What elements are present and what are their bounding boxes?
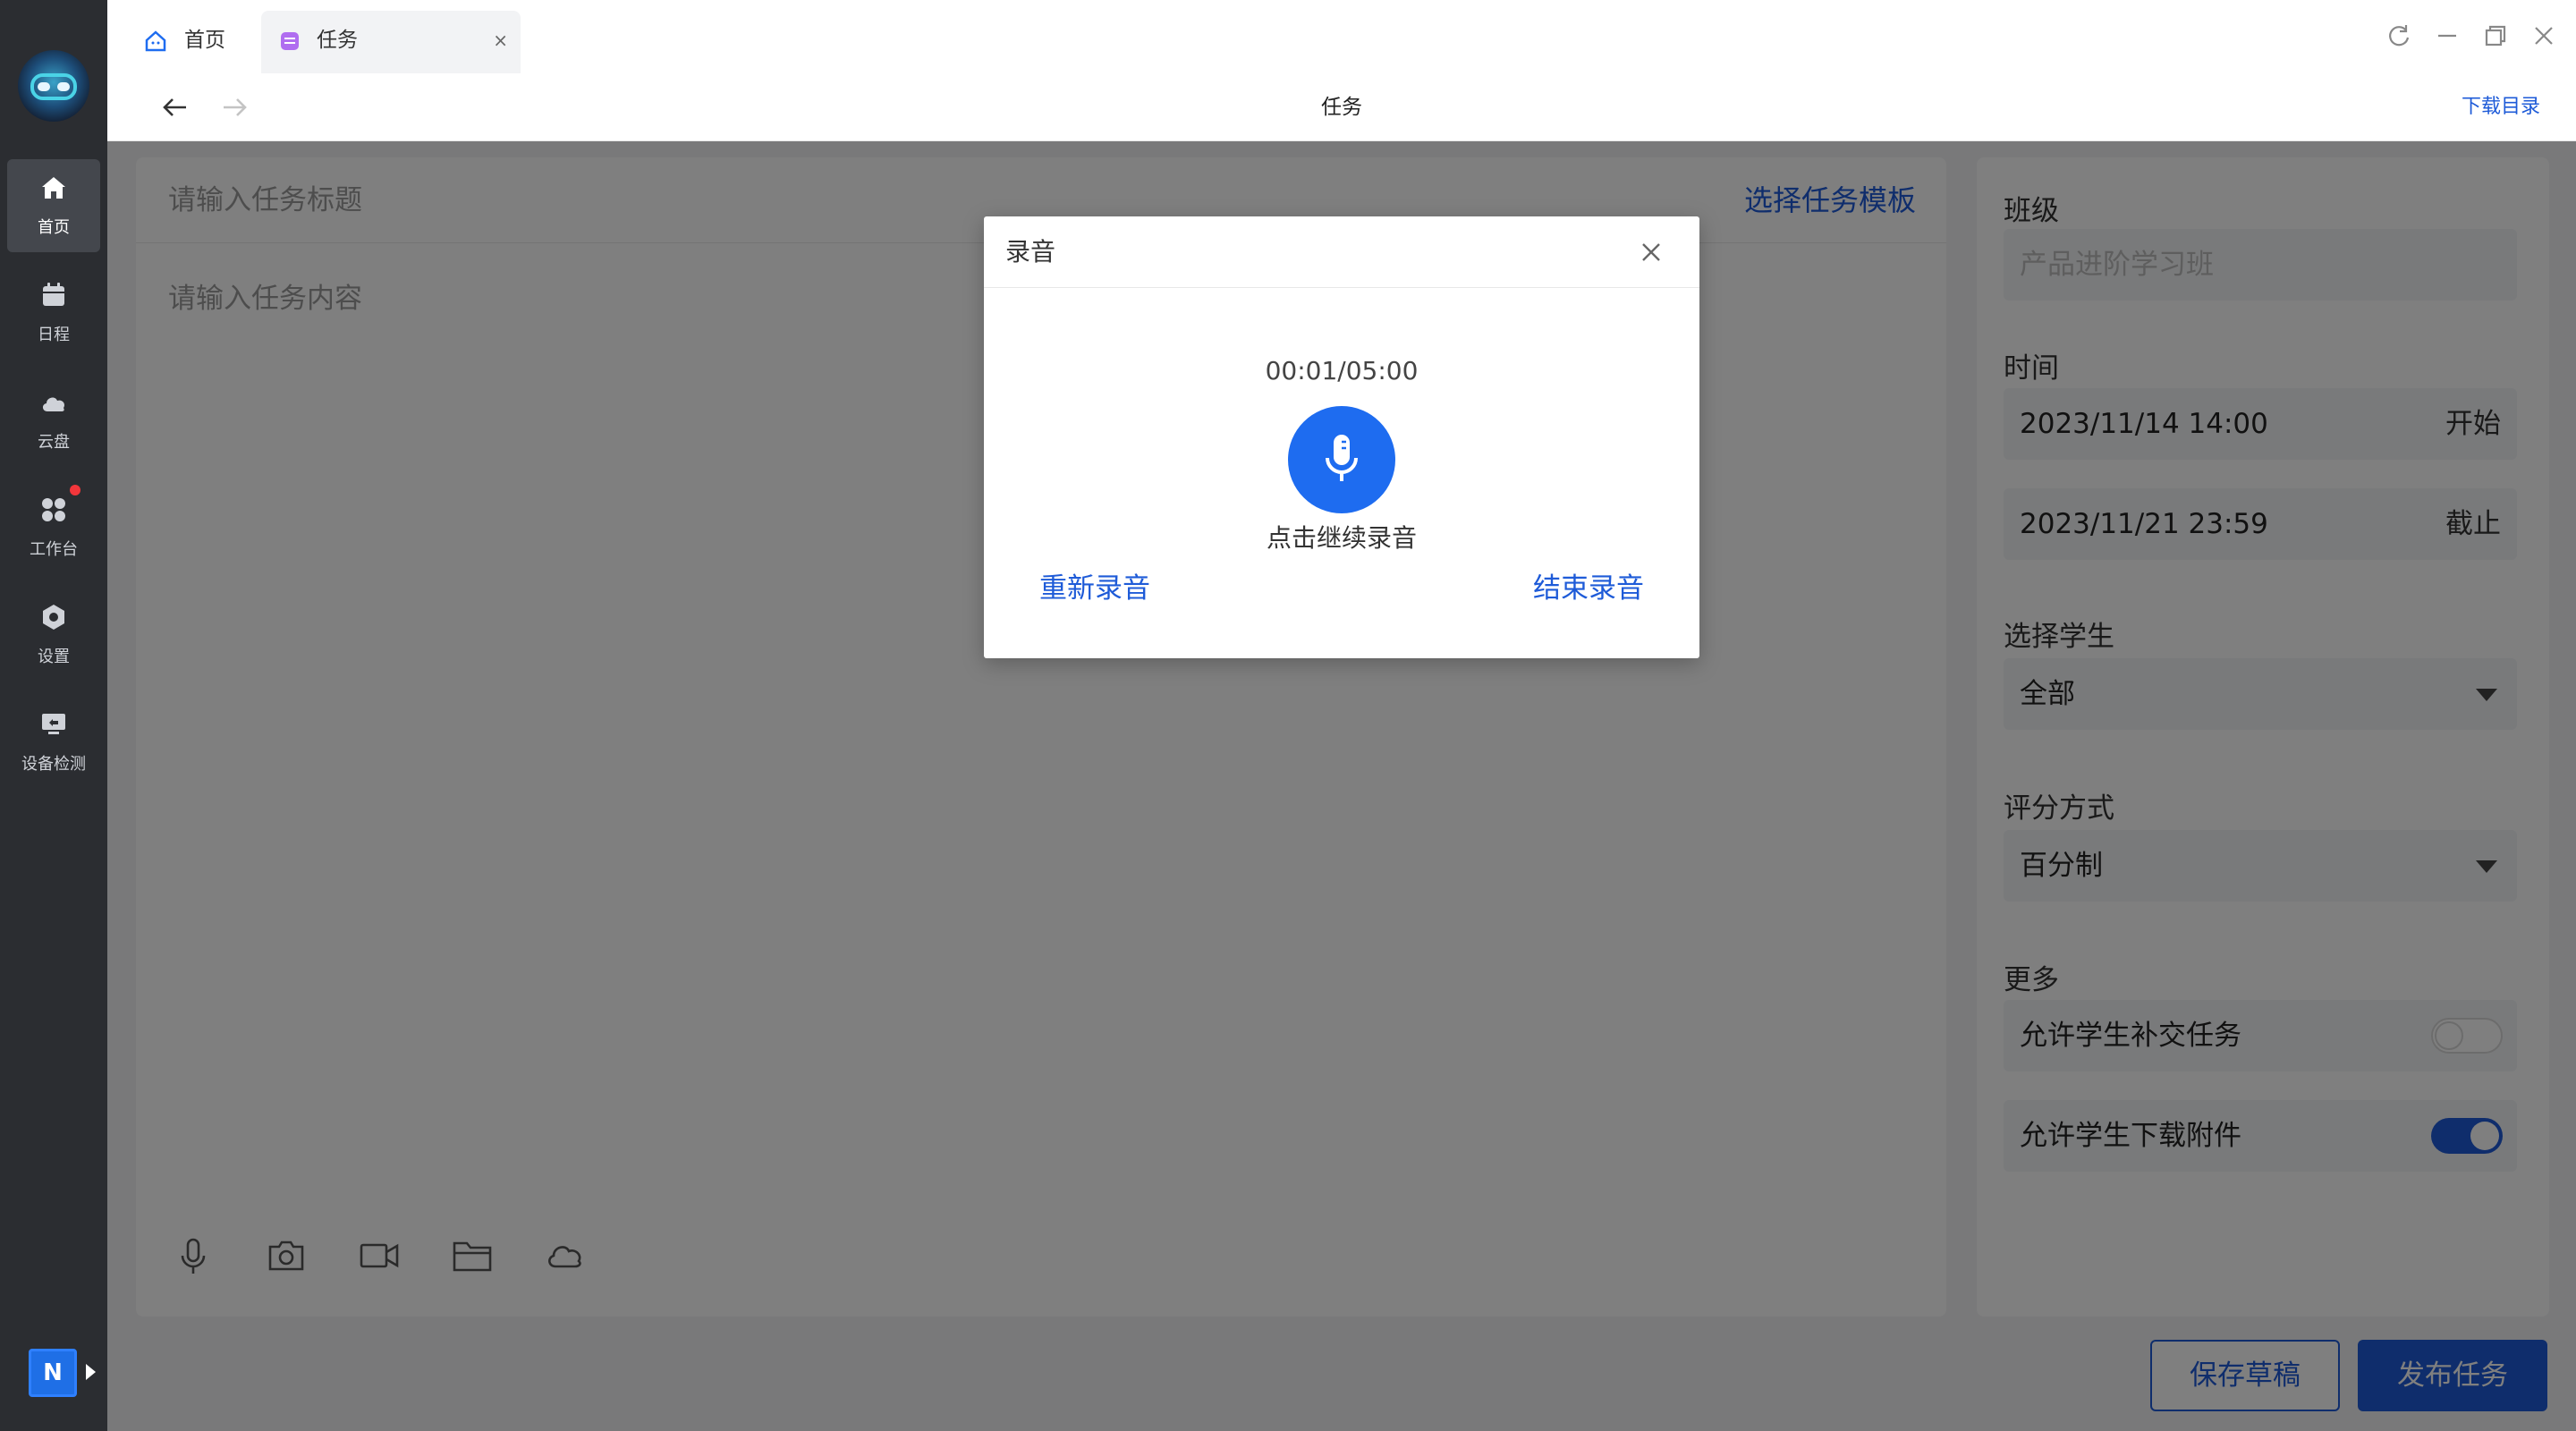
apps-icon: [42, 498, 65, 521]
tab-label: 任务: [317, 29, 358, 52]
tab-task[interactable]: 任务 ×: [261, 11, 521, 73]
home-icon: [42, 177, 65, 199]
sidebar-item-device-check[interactable]: 设备检测: [7, 696, 100, 789]
close-window-icon[interactable]: [2529, 21, 2558, 50]
notification-dot: [70, 485, 80, 495]
minimize-icon[interactable]: [2433, 21, 2462, 50]
cloud-icon: [42, 397, 65, 411]
settings-icon: [43, 605, 64, 630]
device-check-icon: [42, 714, 65, 734]
rerecord-button[interactable]: 重新录音: [1039, 565, 1150, 605]
tab-label: 首页: [184, 29, 225, 52]
nav-bar: 任务 下载目录: [107, 73, 2576, 141]
sidebar-item-label: 日程: [38, 326, 70, 344]
calendar-icon: [43, 283, 64, 306]
finish-recording-button[interactable]: 结束录音: [1533, 565, 1644, 605]
back-arrow-icon[interactable]: [159, 91, 191, 123]
recording-timer: 00:01/05:00: [1265, 356, 1419, 385]
sidebar-item-label: 首页: [38, 218, 70, 237]
refresh-icon[interactable]: [2385, 21, 2413, 50]
sidebar-item-label: 设备检测: [21, 755, 86, 774]
recording-dialog: 录音 00:01/05:00 点击继续录音 重新录音 结束录音: [984, 216, 1699, 658]
forward-arrow-icon[interactable]: [218, 91, 250, 123]
download-directory-link[interactable]: 下载目录: [2462, 73, 2540, 141]
tab-home[interactable]: 首页: [143, 11, 250, 73]
sidebar-item-label: 工作台: [30, 540, 78, 559]
tab-close-icon[interactable]: ×: [493, 11, 508, 70]
n-app-badge[interactable]: N: [29, 1349, 77, 1397]
dialog-header: 录音: [984, 216, 1699, 288]
close-icon[interactable]: [1639, 240, 1664, 265]
app-logo: [18, 50, 89, 122]
dialog-title: 录音: [1005, 237, 1056, 267]
sidebar-item-label: 云盘: [38, 433, 70, 452]
recording-hint: 点击继续录音: [1266, 523, 1417, 553]
sidebar-item-home[interactable]: 首页: [7, 159, 100, 252]
sidebar-item-settings[interactable]: 设置: [7, 588, 100, 682]
page-title: 任务: [1321, 96, 1362, 119]
sidebar-item-cloud[interactable]: 云盘: [7, 374, 100, 467]
task-tab-icon: [281, 32, 299, 50]
sidebar-item-workbench[interactable]: 工作台: [7, 481, 100, 574]
microphone-icon: [1326, 435, 1358, 481]
record-button[interactable]: [1288, 406, 1395, 513]
expand-arrow-icon[interactable]: [86, 1364, 96, 1380]
sidebar-item-calendar[interactable]: 日程: [7, 267, 100, 360]
restore-icon[interactable]: [2481, 21, 2510, 50]
sidebar: 首页 日程 云盘 工作台 设置 设备检测 N: [0, 0, 107, 1431]
home-tab-icon: [145, 30, 166, 52]
sidebar-item-label: 设置: [38, 648, 70, 666]
title-bar: 首页 任务 ×: [107, 0, 2576, 73]
